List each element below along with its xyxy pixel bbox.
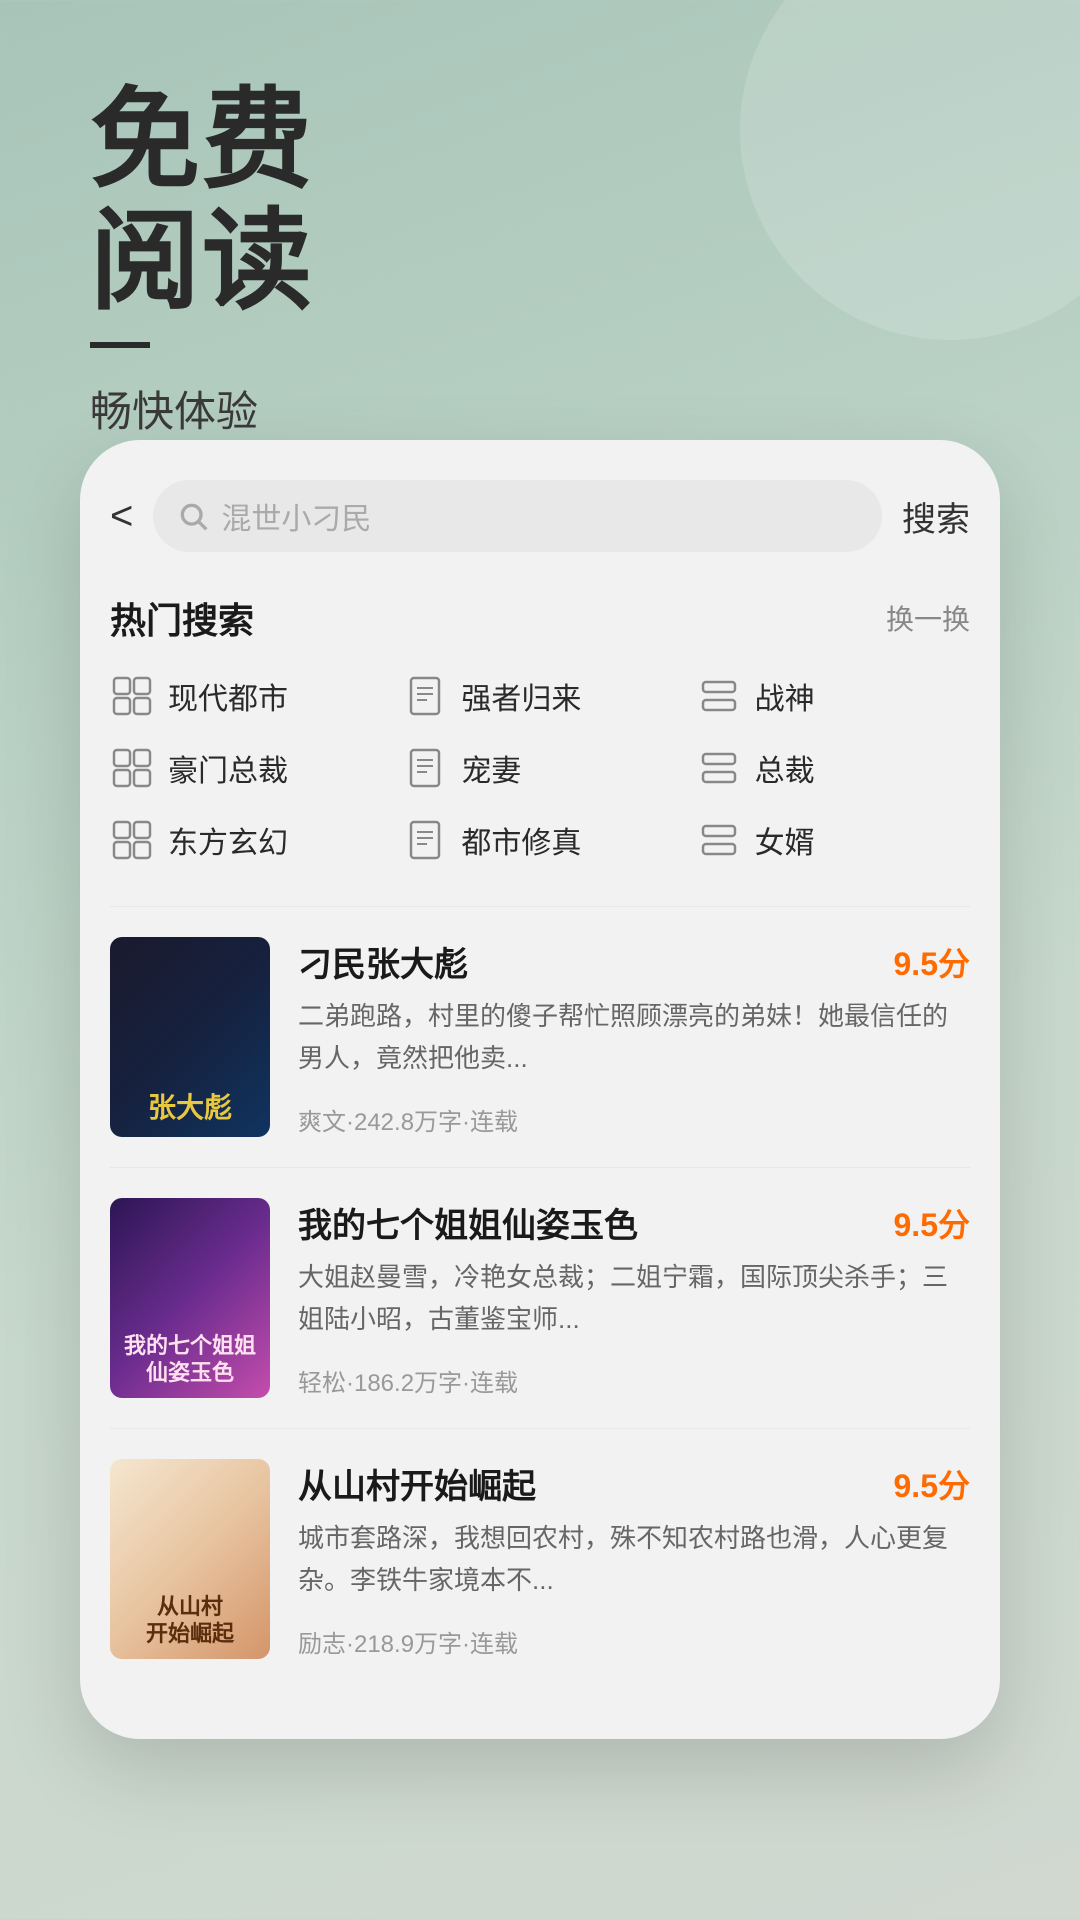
book-icon <box>403 746 447 790</box>
cover-text: 张大彪 <box>148 1091 232 1125</box>
tag-label: 现代都市 <box>168 674 288 718</box>
tag-label: 东方玄幻 <box>168 818 288 862</box>
book-icon <box>403 818 447 862</box>
book-title-row: 刁民张大彪 9.5分 <box>298 937 970 986</box>
hot-tag-item[interactable]: 强者归来 <box>403 674 676 718</box>
book-info: 刁民张大彪 9.5分 二弟跑路，村里的傻子帮忙照顾漂亮的弟妹！她最信任的男人，竟… <box>298 937 970 1137</box>
book-item[interactable]: 我的七个姐姐 仙姿玉色 我的七个姐姐仙姿玉色 9.5分 大姐赵曼雪，冷艳女总裁；… <box>110 1167 970 1428</box>
book-score: 9.5分 <box>894 1200 971 1246</box>
tag-label: 都市修真 <box>461 818 581 862</box>
book-desc: 二弟跑路，村里的傻子帮忙照顾漂亮的弟妹！她最信任的男人，竟然把他卖... <box>298 996 970 1079</box>
book-icon <box>403 674 447 718</box>
book-score: 9.5分 <box>894 939 971 985</box>
book-item[interactable]: 从山村 开始崛起 从山村开始崛起 9.5分 城市套路深，我想回农村，殊不知农村路… <box>110 1428 970 1689</box>
book-meta: 轻松·186.2万字·连载 <box>298 1363 970 1398</box>
hot-tag-item[interactable]: 东方玄幻 <box>110 818 383 862</box>
book-desc: 城市套路深，我想回农村，殊不知农村路也滑，人心更复杂。李铁牛家境本不... <box>298 1518 970 1601</box>
hot-tag-item[interactable]: 都市修真 <box>403 818 676 862</box>
hero-section: 免费 阅读 畅快体验 <box>90 80 314 439</box>
hot-tags-grid: 现代都市 强者归来 战神 <box>110 674 970 862</box>
book-meta: 励志·218.9万字·连载 <box>298 1624 970 1659</box>
book-title: 刁民张大彪 <box>298 937 468 986</box>
hot-search-section: 热门搜索 换一换 现代都市 <box>110 592 970 862</box>
phone-mockup: < 混世小刁民 搜索 热门搜索 换一换 <box>80 440 1000 1739</box>
book-meta: 爽文·242.8万字·连载 <box>298 1102 970 1137</box>
hero-title: 免费 阅读 <box>90 80 314 322</box>
refresh-action[interactable]: 换一换 <box>886 598 970 638</box>
book-title: 从山村开始崛起 <box>298 1459 536 1508</box>
book-item[interactable]: 张大彪 刁民张大彪 9.5分 二弟跑路，村里的傻子帮忙照顾漂亮的弟妹！她最信任的… <box>110 906 970 1167</box>
search-icon <box>177 500 209 532</box>
search-placeholder: 混世小刁民 <box>221 494 371 538</box>
hot-tag-item[interactable]: 豪门总裁 <box>110 746 383 790</box>
book-desc: 大姐赵曼雪，冷艳女总裁；二姐宁霜，国际顶尖杀手；三姐陆小昭，古董鉴宝师... <box>298 1257 970 1340</box>
book-info: 我的七个姐姐仙姿玉色 9.5分 大姐赵曼雪，冷艳女总裁；二姐宁霜，国际顶尖杀手；… <box>298 1198 970 1398</box>
search-button[interactable]: 搜索 <box>902 492 970 541</box>
background-decoration <box>740 0 1080 340</box>
hero-subtitle: 畅快体验 <box>90 378 314 439</box>
hot-search-title: 热门搜索 <box>110 592 254 644</box>
list-icon <box>697 818 741 862</box>
list-icon <box>697 674 741 718</box>
hero-divider <box>90 342 150 348</box>
book-info: 从山村开始崛起 9.5分 城市套路深，我想回农村，殊不知农村路也滑，人心更复杂。… <box>298 1459 970 1659</box>
book-cover: 张大彪 <box>110 937 270 1137</box>
tag-label: 宠妻 <box>461 746 521 790</box>
section-header: 热门搜索 换一换 <box>110 592 970 644</box>
search-bar-row: < 混世小刁民 搜索 <box>110 480 970 552</box>
book-title-row: 从山村开始崛起 9.5分 <box>298 1459 970 1508</box>
book-score: 9.5分 <box>894 1461 971 1507</box>
hot-tag-item[interactable]: 现代都市 <box>110 674 383 718</box>
tag-label: 强者归来 <box>461 674 581 718</box>
book-list: 张大彪 刁民张大彪 9.5分 二弟跑路，村里的傻子帮忙照顾漂亮的弟妹！她最信任的… <box>110 906 970 1689</box>
cover-text: 我的七个姐姐 仙姿玉色 <box>124 1333 256 1386</box>
tag-label: 战神 <box>755 674 815 718</box>
search-input-wrap[interactable]: 混世小刁民 <box>153 480 882 552</box>
book-title-row: 我的七个姐姐仙姿玉色 9.5分 <box>298 1198 970 1247</box>
grid-icon <box>110 818 154 862</box>
tag-label: 豪门总裁 <box>168 746 288 790</box>
hot-tag-item[interactable]: 女婿 <box>697 818 970 862</box>
book-cover: 我的七个姐姐 仙姿玉色 <box>110 1198 270 1398</box>
list-icon <box>697 746 741 790</box>
hot-tag-item[interactable]: 战神 <box>697 674 970 718</box>
back-button[interactable]: < <box>110 494 133 539</box>
grid-icon <box>110 746 154 790</box>
cover-text: 从山村 开始崛起 <box>146 1594 234 1647</box>
book-cover: 从山村 开始崛起 <box>110 1459 270 1659</box>
tag-label: 女婿 <box>755 818 815 862</box>
hot-tag-item[interactable]: 总裁 <box>697 746 970 790</box>
hot-tag-item[interactable]: 宠妻 <box>403 746 676 790</box>
tag-label: 总裁 <box>755 746 815 790</box>
book-title: 我的七个姐姐仙姿玉色 <box>298 1198 638 1247</box>
grid-icon <box>110 674 154 718</box>
